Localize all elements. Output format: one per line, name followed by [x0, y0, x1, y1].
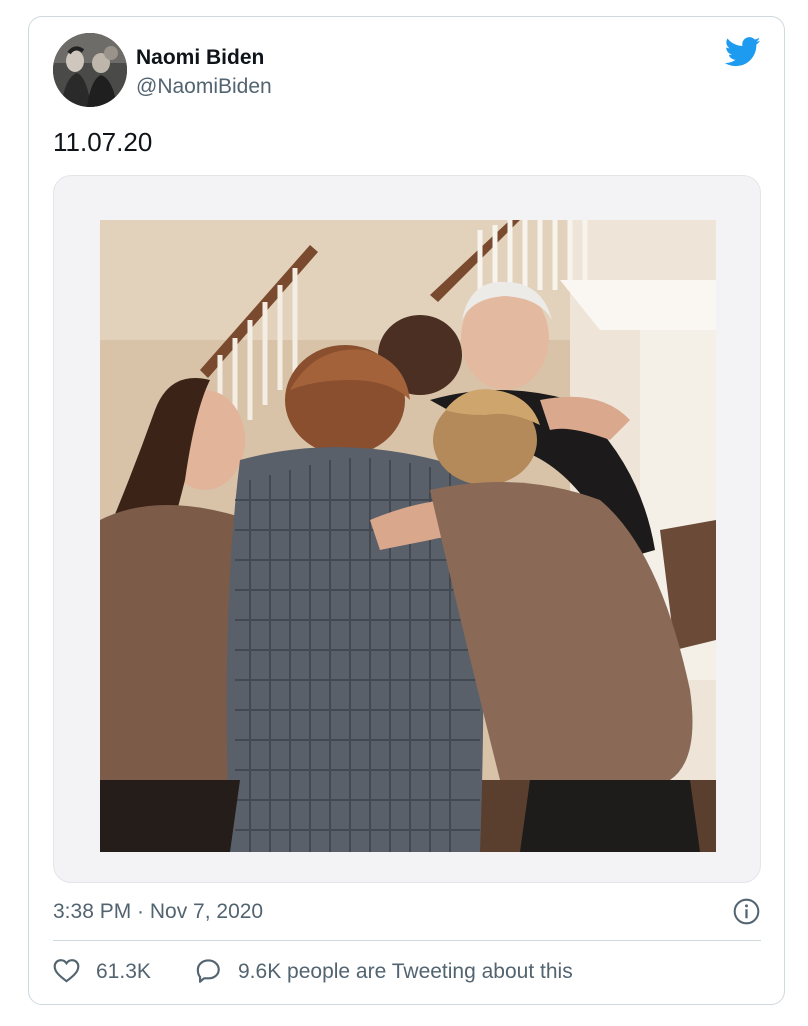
author-handle[interactable]: @NaomiBiden — [136, 75, 272, 99]
divider — [53, 940, 761, 941]
author-avatar[interactable] — [53, 33, 127, 107]
like-count[interactable]: 61.3K — [96, 960, 151, 984]
heart-icon[interactable] — [53, 958, 80, 983]
twitter-bird-icon[interactable] — [725, 37, 761, 67]
tweet-text: 11.07.20 — [53, 127, 153, 157]
speech-bubble-icon[interactable] — [194, 958, 222, 984]
tweet-timestamp[interactable]: 3:38 PM · Nov 7, 2020 — [53, 900, 263, 924]
conversation-link[interactable]: 9.6K people are Tweeting about this — [238, 960, 573, 984]
family-hug-photo[interactable] — [100, 220, 716, 852]
tweet-card[interactable]: Naomi Biden @NaomiBiden 11.07.20 3:38 PM… — [28, 16, 785, 1005]
info-icon[interactable] — [733, 898, 760, 925]
author-name[interactable]: Naomi Biden — [136, 46, 264, 70]
tweet-photo[interactable] — [53, 175, 761, 883]
